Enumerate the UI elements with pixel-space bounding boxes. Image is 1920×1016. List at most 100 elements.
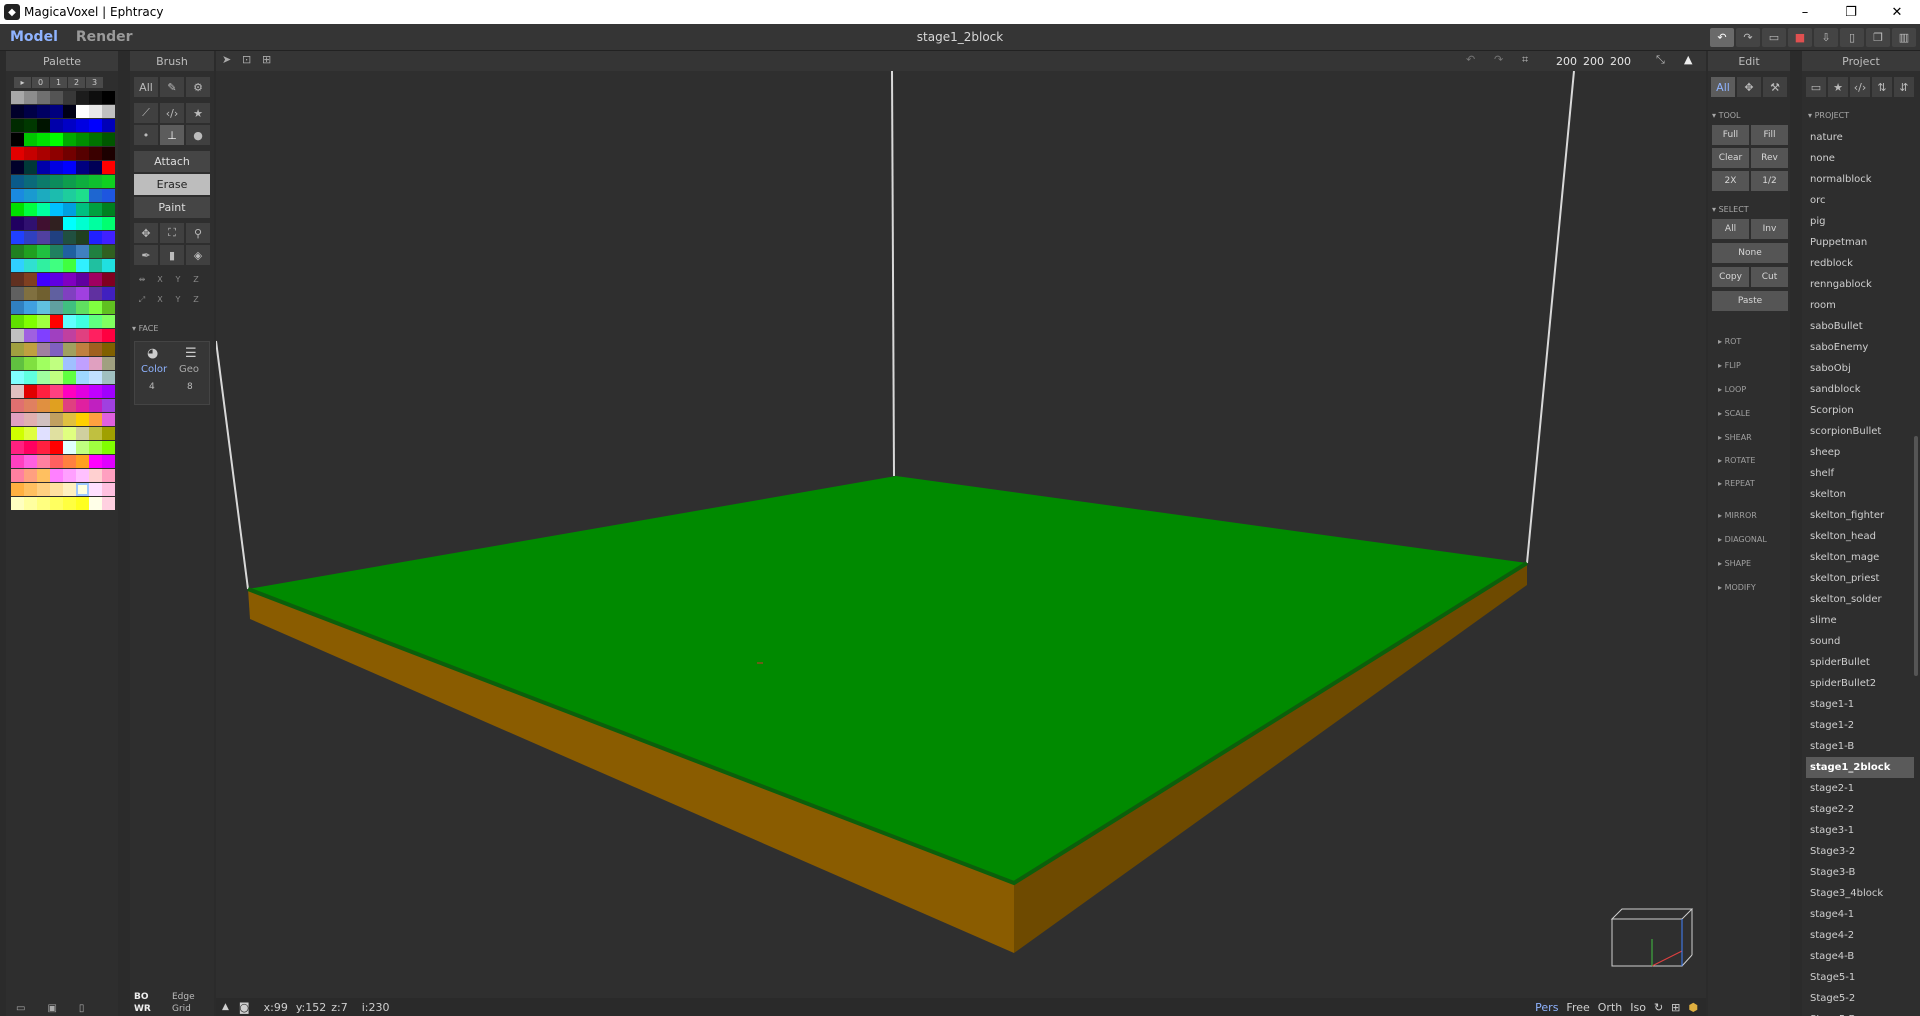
select-all-button[interactable]: All [1712,219,1749,239]
delete-icon[interactable]: ▥ [1892,28,1916,47]
palette-swatch[interactable] [37,441,50,454]
export-icon[interactable]: ⇩ [1814,28,1838,47]
axis-y-toggle[interactable]: Y [170,295,186,305]
tab-render[interactable]: Render [66,29,141,45]
project-list-item[interactable]: skelton [1806,484,1914,505]
palette-swatch[interactable] [24,231,37,244]
palette-swatch[interactable] [24,315,37,328]
palette-swatch[interactable] [24,273,37,286]
palette-swatch[interactable] [102,301,115,314]
palette-swatch[interactable] [11,385,24,398]
palette-swatch[interactable] [24,371,37,384]
project-list-item[interactable]: none [1806,148,1914,169]
palette-swatch[interactable] [24,329,37,342]
palette-swatch[interactable] [11,399,24,412]
palette-swatch[interactable] [11,315,24,328]
palette-swatch[interactable] [89,469,102,482]
palette-swatch[interactable] [24,301,37,314]
palette-swatch[interactable] [102,105,115,118]
project-list-item[interactable]: renngablock [1806,274,1914,295]
brush-all-button[interactable]: All [134,77,158,97]
palette-swatch[interactable] [89,301,102,314]
reset-view-icon[interactable]: ↻ [1654,1001,1663,1014]
palette-swatch[interactable] [102,259,115,272]
close-button[interactable]: ✕ [1874,0,1920,24]
section-diagonal[interactable]: ▸ DIAGONAL [1718,535,1767,544]
palette-swatch[interactable] [76,175,89,188]
palette-swatch[interactable] [102,315,115,328]
frame-icon[interactable]: ⊡ [242,53,251,66]
face-color-label[interactable]: Color [141,364,167,375]
project-list-item[interactable]: stage1-2 [1806,715,1914,736]
edit-all-button[interactable]: All [1711,77,1735,97]
section-rotate[interactable]: ▸ ROTATE [1718,456,1755,465]
palette-swatch[interactable] [89,441,102,454]
minimize-button[interactable]: – [1782,0,1828,24]
palette-swatch[interactable] [37,497,50,510]
palette-swatch[interactable] [50,329,63,342]
view-free[interactable]: Free [1566,1001,1589,1014]
palette-swatch[interactable] [102,287,115,300]
palette-swatch[interactable] [76,147,89,160]
palette-swatch[interactable] [37,119,50,132]
palette-swatch[interactable] [24,119,37,132]
wr-toggle[interactable]: WR [134,1004,172,1014]
project-list-item[interactable]: saboEnemy [1806,337,1914,358]
folder-icon[interactable]: ▭ [1806,77,1826,97]
palette-swatch[interactable] [76,259,89,272]
palette-swatch[interactable] [37,427,50,440]
palette-swatch[interactable] [76,287,89,300]
undo-view-icon[interactable]: ↶ [1466,53,1475,66]
palette-swatch[interactable] [76,483,89,496]
palette-swatch[interactable] [37,217,50,230]
palette-swatch[interactable] [63,161,76,174]
palette-swatch[interactable] [63,455,76,468]
palette-swatch[interactable] [76,273,89,286]
palette-swatch[interactable] [76,371,89,384]
palette-swatch[interactable] [11,497,24,510]
paste-button[interactable]: Paste [1712,291,1788,311]
select-cursor-icon[interactable]: ➤ [222,53,231,66]
palette-swatch[interactable] [89,287,102,300]
voxel-brush-icon[interactable]: • [134,125,158,145]
face-brush-icon[interactable]: ⊥ [160,125,184,145]
palette-tab[interactable]: 0 [32,77,49,88]
palette-swatch[interactable] [76,455,89,468]
axis-z-toggle[interactable]: Z [188,295,204,305]
view-orth[interactable]: Orth [1598,1001,1622,1014]
palette-swatch[interactable] [11,357,24,370]
section-rot[interactable]: ▸ ROT [1718,337,1741,346]
palette-swatch[interactable] [11,231,24,244]
section-shape[interactable]: ▸ SHAPE [1718,559,1751,568]
palette-swatch[interactable] [24,175,37,188]
palette-swatch[interactable] [76,91,89,104]
palette-swatch[interactable] [63,245,76,258]
crop-icon[interactable]: ⌗ [1522,53,1528,67]
palette-swatch[interactable] [11,329,24,342]
palette-swatch[interactable] [102,91,115,104]
attach-button[interactable]: Attach [134,151,210,172]
palette-swatch[interactable] [24,469,37,482]
palette-swatch[interactable] [89,315,102,328]
grid-view-icon[interactable]: ⊞ [1671,1001,1680,1014]
project-list-item[interactable]: Stage3-B [1806,862,1914,883]
palette-swatch[interactable] [63,189,76,202]
expand-icon[interactable]: ▲ [222,1002,229,1012]
palette-swatch[interactable] [76,105,89,118]
collapse-icon[interactable]: ⤡ [1656,53,1665,67]
palette-swatch[interactable] [63,427,76,440]
palette-swatch[interactable] [63,217,76,230]
palette-swatch[interactable] [11,91,24,104]
palette-swatch[interactable] [63,273,76,286]
project-list-item[interactable]: Stage3_4block [1806,883,1914,904]
palette-swatch[interactable] [89,133,102,146]
paint-button[interactable]: Paint [134,197,210,218]
section-scale[interactable]: ▸ SCALE [1718,409,1750,418]
palette-swatch[interactable] [89,105,102,118]
project-list-item[interactable]: normalblock [1806,169,1914,190]
palette-swatch[interactable] [76,161,89,174]
palette-swatch[interactable] [11,343,24,356]
palette-swatch[interactable] [50,469,63,482]
palette-swatch[interactable] [24,147,37,160]
tab-model[interactable]: Model [0,29,66,45]
